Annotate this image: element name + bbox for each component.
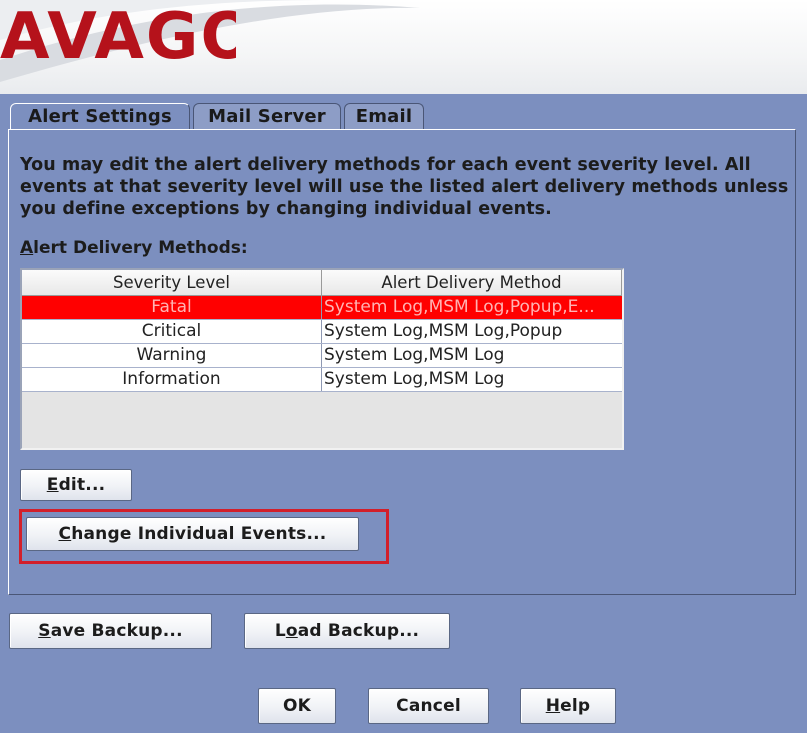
tab-mail-server[interactable]: Mail Server xyxy=(193,103,341,129)
button-label-rest: ad Backup... xyxy=(297,621,420,641)
alert-methods-table[interactable]: Severity Level Alert Delivery Method Fat… xyxy=(20,268,624,450)
tab-email[interactable]: Email xyxy=(344,103,424,129)
mnemonic-o: o xyxy=(285,621,298,641)
mnemonic-a: A xyxy=(20,238,34,258)
table-header: Severity Level Alert Delivery Method xyxy=(22,270,622,296)
cell-method: System Log,MSM Log,Popup xyxy=(324,321,563,341)
load-backup-button[interactable]: Load Backup... xyxy=(244,613,450,649)
button-label-rest: elp xyxy=(560,696,591,716)
cell-method: System Log,MSM Log xyxy=(324,345,505,365)
label-rest: lert Delivery Methods: xyxy=(33,238,248,258)
help-button[interactable]: Help xyxy=(520,688,616,724)
alert-delivery-methods-label: Alert Delivery Methods: xyxy=(20,238,248,258)
column-header-severity[interactable]: Severity Level xyxy=(22,270,322,296)
avago-logo: AVAGO xyxy=(0,0,236,66)
button-label-pre: L xyxy=(274,621,286,641)
highlight-box xyxy=(19,509,389,564)
table-row-fatal[interactable]: Fatal System Log,MSM Log,Popup,E... xyxy=(22,296,622,320)
cell-severity: Fatal xyxy=(22,296,322,319)
edit-button[interactable]: Edit... xyxy=(20,469,132,501)
button-label-rest: ave Backup... xyxy=(50,621,183,641)
save-backup-button[interactable]: Save Backup... xyxy=(9,613,212,649)
cell-severity: Critical xyxy=(22,320,322,343)
cell-method: System Log,MSM Log xyxy=(324,369,505,389)
tab-alert-settings[interactable]: Alert Settings xyxy=(10,103,190,130)
header-banner: AVAGO xyxy=(0,0,807,94)
column-header-method[interactable]: Alert Delivery Method xyxy=(322,270,622,296)
cancel-button[interactable]: Cancel xyxy=(368,688,489,724)
ok-button[interactable]: OK xyxy=(258,688,336,724)
table-row-information[interactable]: Information System Log,MSM Log xyxy=(22,368,622,392)
description-text: You may edit the alert delivery methods … xyxy=(20,155,789,219)
cell-severity: Information xyxy=(22,368,322,391)
mnemonic-e: E xyxy=(46,475,59,495)
table-row-warning[interactable]: Warning System Log,MSM Log xyxy=(22,344,622,368)
svg-text:AVAGO: AVAGO xyxy=(0,0,236,66)
cell-method: System Log,MSM Log,Popup,E... xyxy=(324,297,595,317)
cell-severity: Warning xyxy=(22,344,322,367)
mnemonic-h: H xyxy=(545,696,561,716)
button-label-rest: dit... xyxy=(58,475,106,495)
mnemonic-s: S xyxy=(38,621,51,641)
table-row-critical[interactable]: Critical System Log,MSM Log,Popup xyxy=(22,320,622,344)
